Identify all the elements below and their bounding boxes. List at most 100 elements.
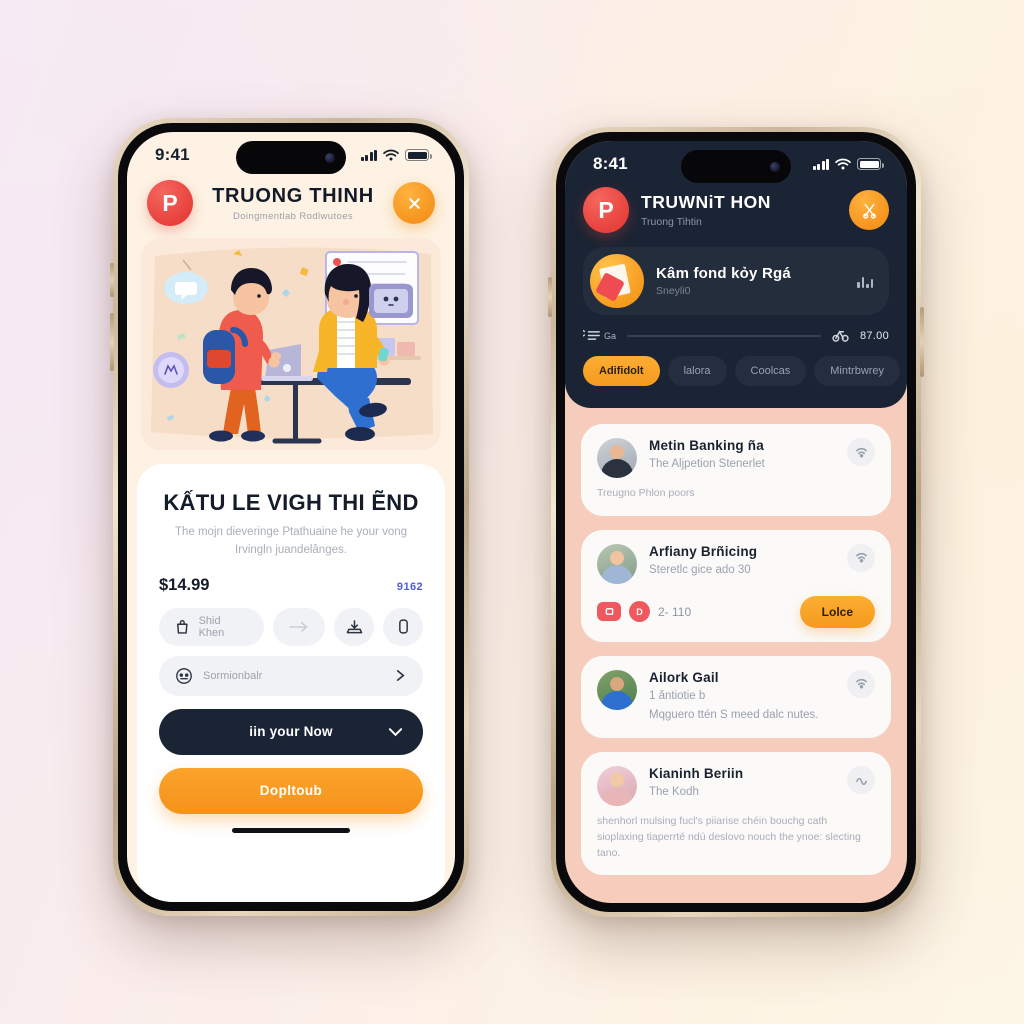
phone-right-screen: 8:41 P TRUWNiT HON Truong Tihtin Kâm fon… xyxy=(565,141,907,903)
list-item-subtitle: Steretlc gice ado 30 xyxy=(649,563,751,576)
list-item-action-button[interactable] xyxy=(847,669,875,698)
list-item-action-button[interactable] xyxy=(847,438,875,466)
tab-adifidolt[interactable]: Adifidolt xyxy=(583,356,660,386)
wifi-small-icon xyxy=(855,679,867,689)
list-item[interactable]: Arfiany Brñicing Steretlc gice ado 30 D … xyxy=(581,529,891,642)
close-button[interactable] xyxy=(393,182,435,224)
price-note[interactable]: 9162 xyxy=(397,581,423,593)
list-item-name: Kianinh Beriin xyxy=(649,766,744,782)
front-camera-icon xyxy=(325,152,335,163)
arrow-right-chip[interactable] xyxy=(273,607,325,646)
list-item-subtitle: The Kodh xyxy=(649,786,699,799)
list-icon-label: Ga xyxy=(604,330,617,341)
cellular-bars-icon xyxy=(360,149,377,161)
status-time: 8:41 xyxy=(593,154,628,173)
price-row: $14.99 9162 xyxy=(159,576,423,595)
left-header: P TRUONG THINH Doingmentlab Rodlwutoes xyxy=(127,174,455,230)
shopping-bag-chip[interactable]: Shid Khen xyxy=(159,607,264,646)
avatar xyxy=(597,669,637,710)
list-item-footer-row: D 2- 110 Lolce xyxy=(597,595,875,628)
letter-d-icon[interactable]: D xyxy=(629,601,650,623)
right-header-titles: TRUWNiT HON Truong Tihtin xyxy=(641,192,837,228)
list-item-footer: Treugno Phlon poors xyxy=(597,487,695,499)
students-illustration xyxy=(141,238,441,450)
page-subtitle: Doingmentlab Rodlwutoes xyxy=(232,210,354,222)
avatar xyxy=(597,438,637,478)
list-item[interactable]: Ailork Gail 1 ǎntiotie b Mqguero ttén S … xyxy=(581,655,891,739)
scissors-icon xyxy=(862,203,876,219)
status-indicators xyxy=(360,149,432,161)
face-icon xyxy=(176,667,192,684)
equalizer-icon xyxy=(857,275,873,288)
brand-logo-icon: P xyxy=(147,180,193,226)
list-icon[interactable]: Ga xyxy=(583,329,616,342)
status-time: 9:41 xyxy=(155,145,190,164)
cellular-bars-icon xyxy=(812,158,829,170)
list-item[interactable]: Metin Banking ña The Aljpetion Stenerlet… xyxy=(581,424,891,516)
right-header: P TRUWNiT HON Truong Tihtin xyxy=(565,183,907,233)
secondary-button-label: Dopltoub xyxy=(259,783,323,799)
tab-lalora[interactable]: lalora xyxy=(667,356,727,386)
bike-icon[interactable] xyxy=(832,329,849,342)
primary-button[interactable]: iin your Now xyxy=(159,708,423,755)
list-item-header: Ailork Gail 1 ǎntiotie b Mqguero ttén S … xyxy=(597,669,875,724)
tab-bar: Adifidolt lalora Coolcas Mintrbwrey xyxy=(565,342,907,386)
avatar xyxy=(597,766,637,807)
list-item-action-button[interactable] xyxy=(847,766,875,795)
product-price: $14.99 xyxy=(159,575,210,594)
list-item-header: Metin Banking ña The Aljpetion Stenerlet xyxy=(597,438,875,478)
tab-mintrbwrey[interactable]: Mintrbwrey xyxy=(814,356,901,386)
shopping-bag-icon xyxy=(177,619,188,634)
product-description: The mojn dieveringe Ptathuaine he your v… xyxy=(174,526,408,556)
brand-logo-icon: P xyxy=(583,187,629,233)
chevron-right-icon xyxy=(396,670,405,682)
battery-vertical-icon xyxy=(398,619,408,634)
left-header-titles: TRUONG THINH Doingmentlab Rodlwutoes xyxy=(203,185,383,222)
phone-left-screen: 9:41 P TRUONG THINH Doingmentlab Rodlwut… xyxy=(127,132,455,902)
battery-chip[interactable] xyxy=(383,607,423,646)
list-item-name: Metin Banking ña xyxy=(649,438,764,453)
wifi-icon xyxy=(835,158,851,170)
battery-icon xyxy=(405,149,432,161)
list-item-subtitle: The Aljpetion Stenerlet xyxy=(649,458,765,470)
page-title: TRUONG THINH xyxy=(212,184,374,207)
option-select-row[interactable]: Sormionbalr xyxy=(159,655,423,696)
dynamic-island xyxy=(681,150,791,183)
now-playing-row[interactable]: Kâm fond kỏy Rgá Sneyli0 xyxy=(583,247,889,315)
list-item-name: Ailork Gail xyxy=(649,669,719,685)
camera-icon[interactable] xyxy=(597,602,621,622)
list-item-text: Kianinh Beriin The Kodh xyxy=(649,766,835,801)
download-icon xyxy=(346,619,362,634)
list-item-count: 2- 110 xyxy=(658,604,692,619)
phone-left: 9:41 P TRUONG THINH Doingmentlab Rodlwut… xyxy=(110,118,469,916)
product-title: KẤTU LE VIGH THI ẼND xyxy=(163,490,419,515)
secondary-button[interactable]: Dopltoub xyxy=(159,767,423,814)
chevron-down-icon xyxy=(388,727,403,736)
progress-slider[interactable] xyxy=(627,334,821,337)
now-playing-text: Kâm fond kỏy Rgá Sneyli0 xyxy=(656,265,845,297)
close-icon xyxy=(408,197,420,209)
list-item-action-button[interactable] xyxy=(847,543,875,572)
list-item[interactable]: Kianinh Beriin The Kodh shenhorl mulsing… xyxy=(581,752,891,876)
tab-coolcas[interactable]: Coolcas xyxy=(734,356,807,386)
now-playing-title: Kâm fond kỏy Rgá xyxy=(656,265,791,282)
page-subtitle: Truong Tihtin xyxy=(641,216,702,228)
wifi-icon xyxy=(383,149,399,161)
phone-right-bezel: 8:41 P TRUWNiT HON Truong Tihtin Kâm fon… xyxy=(556,132,916,912)
now-playing-subtitle: Sneyli0 xyxy=(656,285,691,297)
album-art-icon xyxy=(590,254,644,308)
dynamic-island xyxy=(236,141,346,174)
download-chip[interactable] xyxy=(334,607,374,646)
action-chip-row: Shid Khen xyxy=(159,607,423,646)
list-item-text: Ailork Gail 1 ǎntiotie b Mqguero ttén S … xyxy=(649,670,835,724)
wave-icon xyxy=(855,777,867,785)
arrow-right-icon xyxy=(289,621,308,632)
home-indicator xyxy=(232,827,350,833)
contact-list: Metin Banking ña The Aljpetion Stenerlet… xyxy=(565,408,907,903)
product-card: KẤTU LE VIGH THI ẼND The mojn dieveringe… xyxy=(137,464,445,902)
status-indicators xyxy=(812,158,884,170)
list-item-action-cta[interactable]: Lolce xyxy=(799,595,875,628)
option-select-label: Sormionbalr xyxy=(203,669,263,682)
list-item-text: Metin Banking ña The Aljpetion Stenerlet xyxy=(649,438,835,473)
scissors-button[interactable] xyxy=(849,190,889,230)
